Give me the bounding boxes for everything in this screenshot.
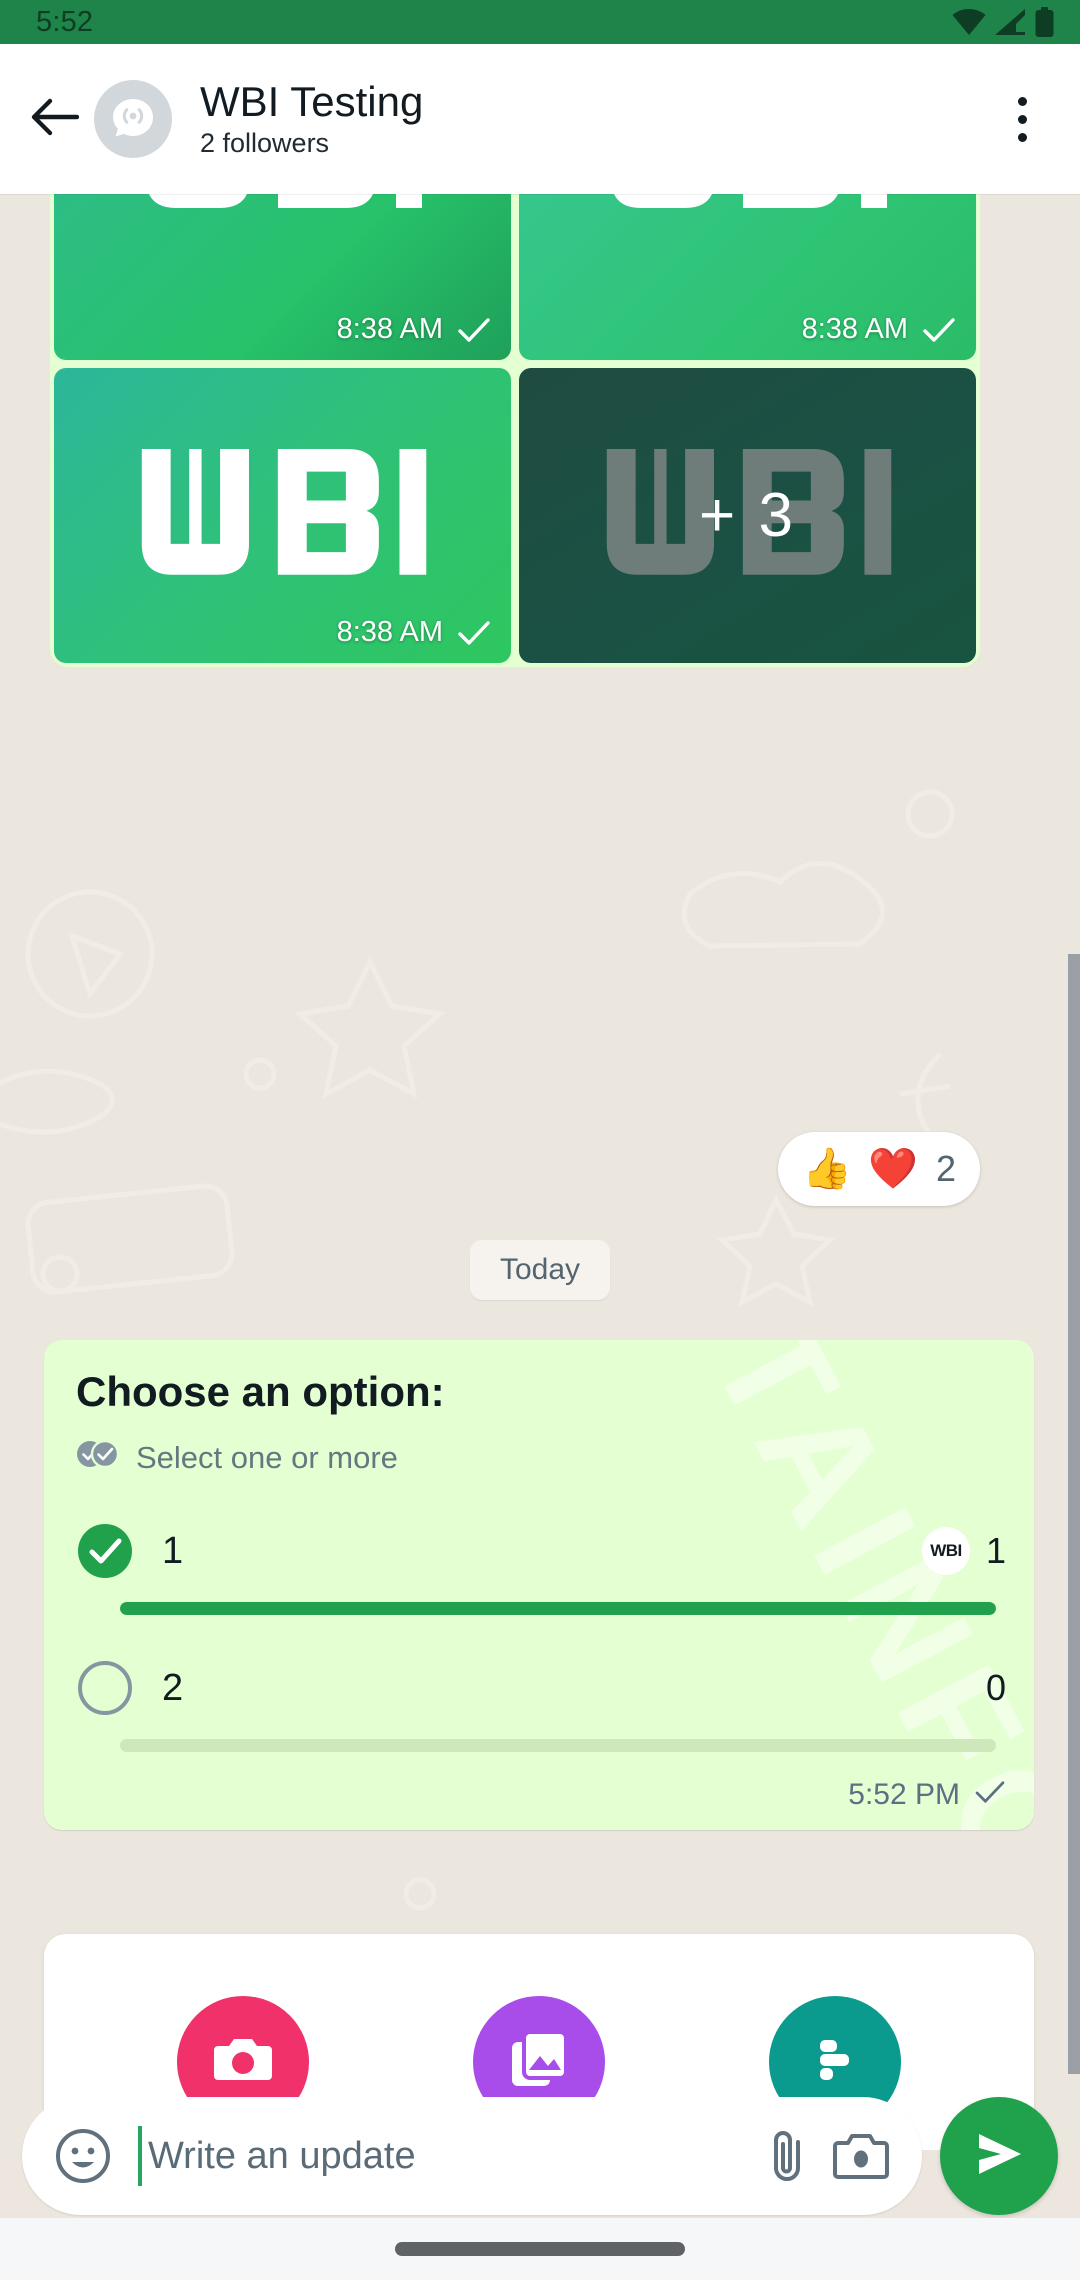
album-tile-meta: 8:38 AM [802,313,956,346]
status-bar-icons [952,7,1054,37]
reaction-pill[interactable]: 👍 ❤️ 2 [778,1132,980,1206]
gallery-icon [508,2028,570,2095]
album-tile-meta: 8:38 AM [337,616,491,649]
channel-broadcast-icon [107,91,159,148]
send-icon [971,2128,1027,2185]
album-tile[interactable]: 8:38 AM [54,194,511,360]
poll-timestamp: 5:52 PM [848,1778,960,1811]
poll-option-row[interactable]: 1 WBI 1 [76,1522,1006,1580]
status-bar: 5:52 [0,0,1080,44]
checked-circle-icon[interactable] [76,1522,134,1580]
poll-selection-hint: Select one or more [76,1438,1006,1478]
camera-icon [212,2028,274,2095]
composer-input[interactable]: Write an update [148,2135,416,2178]
back-arrow-icon [31,97,80,142]
single-check-icon [457,620,491,646]
poll-option-result: 0 [986,1667,1006,1709]
cellular-signal-icon [995,9,1026,35]
wbi-logo-icon [613,194,887,208]
poll-option[interactable]: 2 0 [76,1659,1006,1752]
reaction-count: 2 [935,1148,956,1189]
more-vertical-icon [1017,96,1027,106]
composer-bar: Write an update [0,2094,1080,2218]
wifi-icon [952,9,986,35]
album-more-count: + 3 [699,481,796,550]
album-tile-more[interactable]: + 3 [519,368,976,663]
poll-message-bubble[interactable]: WABETAINFO Choose an option: Select one … [44,1340,1034,1830]
album-tile[interactable]: 8:38 AM [519,194,976,360]
voter-avatar[interactable]: WBI [921,1527,970,1575]
multi-check-icon [76,1438,120,1478]
emoji-smiley-icon[interactable] [54,2127,112,2185]
battery-icon [1035,7,1054,37]
chat-scroll-area[interactable]: 8:38 AM 8:38 AM 8:38 AM + 3 👍 ❤️ 2 Today… [0,194,1080,2150]
unchecked-circle-icon[interactable] [76,1659,134,1717]
poll-option-row[interactable]: 2 0 [76,1659,1006,1717]
poll-option[interactable]: 1 WBI 1 [76,1522,1006,1615]
day-divider: Today [0,1240,1080,1300]
album-tile-time: 8:38 AM [336,616,443,648]
chat-scrollbar[interactable] [1068,194,1080,2150]
poll-option-count: 1 [985,1530,1006,1571]
text-cursor [138,2126,142,2186]
wbi-logo-icon [148,194,422,208]
system-nav-bar [0,2218,1080,2280]
poll-question: Choose an option: [76,1368,445,1415]
paperclip-icon[interactable] [758,2125,820,2187]
follower-count: 2 followers [200,127,330,158]
chat-scrollbar-thumb[interactable] [1068,954,1080,2074]
album-tile-meta: 8:38 AM [337,313,491,346]
gesture-home-handle[interactable] [395,2242,685,2256]
search-input-wrapper[interactable]: Write an update [138,2126,748,2186]
poll-option-result: WBI 1 [921,1527,1006,1575]
heart-icon: ❤️ [868,1147,918,1191]
poll-message-meta: 5:52 PM [76,1778,1006,1812]
send-button[interactable] [940,2097,1058,2215]
single-check-icon [974,1778,1006,1812]
single-check-icon [922,317,956,343]
poll-option-count: 0 [985,1667,1006,1708]
wbi-logo-icon [141,448,426,575]
avatar[interactable] [94,80,172,158]
chat-header-titles[interactable]: WBI Testing 2 followers [200,78,990,161]
poll-selection-hint-label: Select one or more [136,1440,398,1475]
overflow-menu-button[interactable] [990,80,1054,158]
back-button[interactable] [22,86,88,152]
page-title: WBI Testing [200,77,424,125]
poll-option-bar [120,1739,996,1752]
app-bar: WBI Testing 2 followers [0,44,1080,194]
poll-icon [806,2030,864,2093]
album-tile-time: 8:38 AM [801,313,908,345]
camera-outline-icon[interactable] [830,2125,892,2187]
poll-option-label: 1 [162,1529,184,1572]
poll-option-bar [120,1602,996,1615]
poll-option-label: 2 [162,1666,184,1709]
single-check-icon [457,317,491,343]
album-tile-time: 8:38 AM [336,313,443,345]
composer-input-pill[interactable]: Write an update [22,2097,922,2215]
image-album[interactable]: 8:38 AM 8:38 AM 8:38 AM + 3 [50,194,980,667]
status-bar-time: 5:52 [36,5,94,38]
day-divider-label: Today [469,1240,611,1300]
album-tile[interactable]: 8:38 AM [54,368,511,663]
thumbs-up-icon: 👍 [802,1147,853,1191]
